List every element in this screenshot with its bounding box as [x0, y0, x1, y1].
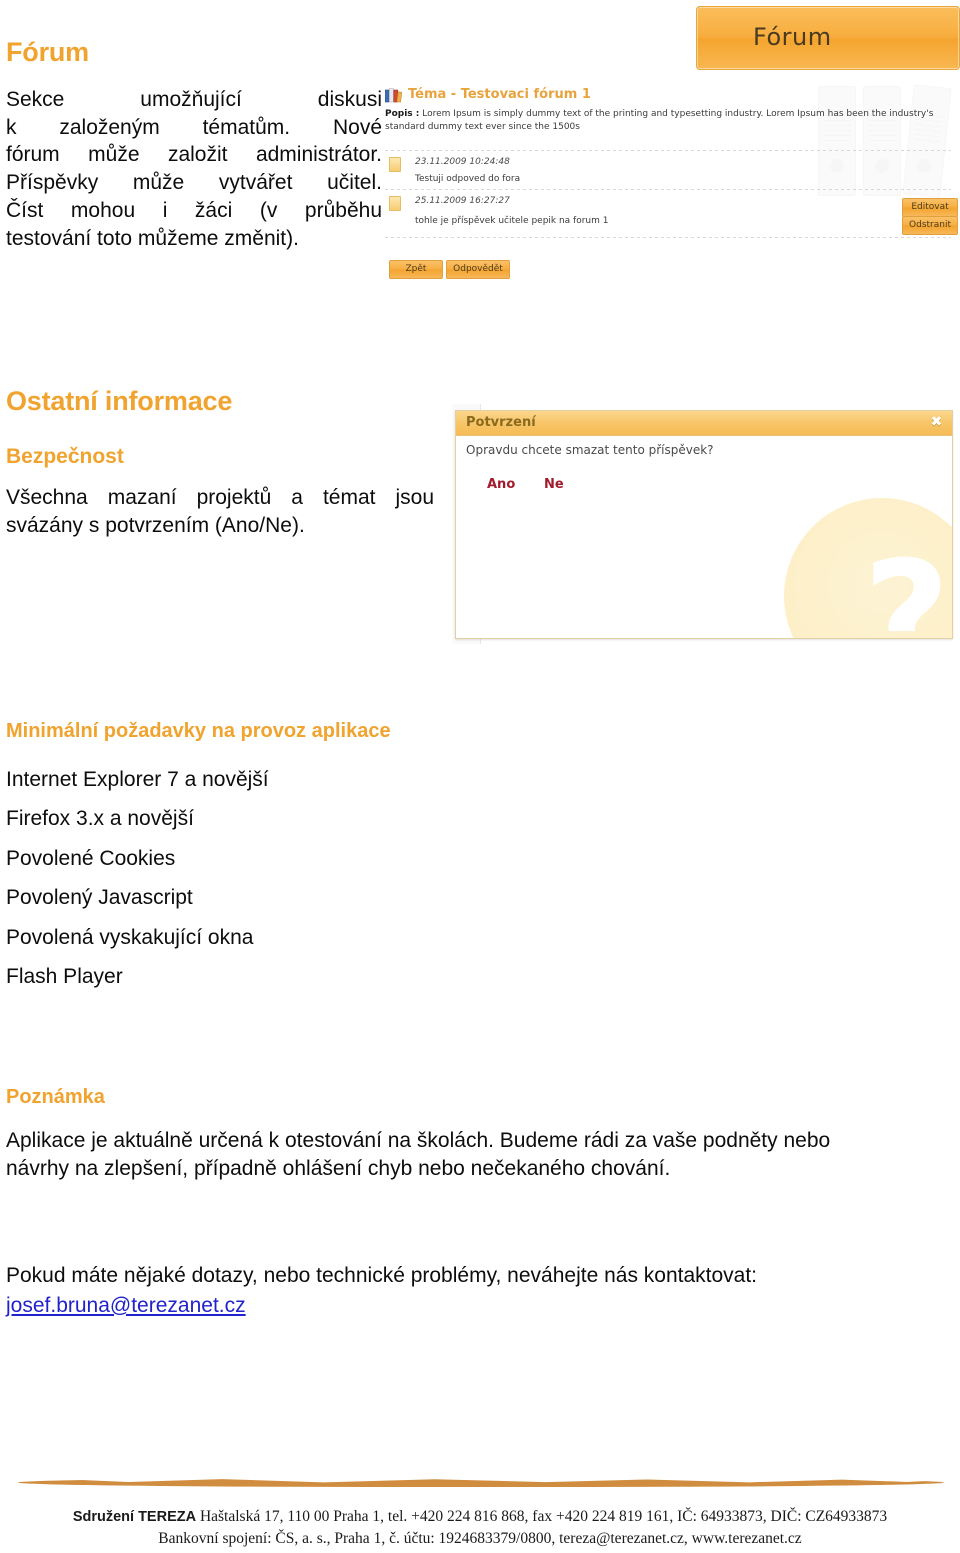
requirement-item: Internet Explorer 7 a novější	[6, 768, 269, 791]
note-heading: Poznámka	[6, 1086, 105, 1108]
requirement-item: Povolený Javascript	[6, 886, 193, 910]
question-mark-icon: ?	[862, 530, 950, 639]
requirement-item: Povolená vyskakující okna	[6, 925, 254, 949]
post-divider	[385, 237, 951, 238]
dialog-titlebar: Potvrzení ✖	[456, 411, 952, 436]
confirm-dialog-screenshot: ? Potvrzení ✖ Opravdu chcete smazat tent…	[434, 398, 954, 648]
note-line: návrhy na zlepšení, případně ohlášení ch…	[6, 1156, 671, 1180]
security-paragraph: Všechna mazaní projektů a témat jsou svá…	[6, 484, 434, 539]
forum-intro-line: fórum může založit administrátor.	[6, 143, 382, 167]
contact-email-link[interactable]: josef.bruna@terezanet.cz	[6, 1292, 246, 1320]
requirement-item: Povolené Cookies	[6, 846, 176, 870]
footer-org-name: Sdružení TEREZA	[72, 1509, 197, 1525]
post-body: tohle je příspěvek učitele pepik na foru…	[415, 216, 609, 226]
post-divider	[385, 150, 951, 151]
contact-intro: Pokud máte nějaké dotazy, nebo technické…	[6, 1264, 758, 1287]
books-icon	[384, 88, 403, 103]
post-avatar-icon	[389, 196, 401, 211]
footer-line-2: Bankovní spojení: ČS, a. s., Praha 1, č.…	[158, 1530, 802, 1548]
footer-address: Haštalská 17, 110 00 Praha 1, tel. +420 …	[199, 1508, 888, 1525]
topic-description: Popis : Lorem Ipsum is simply dummy text…	[385, 108, 951, 134]
dialog-question: Opravdu chcete smazat tento příspěvek?	[466, 443, 714, 457]
post-date: 25.11.2009 16:27:27	[415, 196, 510, 206]
back-button[interactable]: Zpět	[389, 260, 443, 279]
requirement-item: Firefox 3.x a novější	[6, 807, 194, 831]
security-line: Všechna mazaní projektů a témat jsou	[6, 486, 434, 509]
note-paragraph: Aplikace je aktuálně určená k otestování…	[6, 1127, 946, 1182]
post-date: 23.11.2009 10:24:48	[415, 157, 510, 167]
post-divider	[385, 189, 951, 190]
topic-heading: Téma - Testovaci fórum 1	[408, 87, 591, 102]
dialog-title: Potvrzení	[466, 415, 536, 430]
forum-section-heading: Fórum	[6, 37, 89, 67]
confirm-yes-button[interactable]: Ano	[487, 477, 515, 492]
footer-line-1: Sdružení TEREZA Haštalská 17, 110 00 Pra…	[0, 1506, 960, 1528]
forum-app-banner: Fórum	[696, 6, 960, 70]
contact-paragraph: Pokud máte nějaké dotazy, nebo technické…	[6, 1262, 946, 1319]
footer: Sdružení TEREZA Haštalská 17, 110 00 Pra…	[0, 1506, 960, 1551]
topic-description-label: Popis :	[385, 109, 420, 119]
note-line: Aplikace je aktuálně určená k otestování…	[6, 1129, 831, 1152]
reply-button[interactable]: Odpovědět	[446, 260, 510, 279]
confirm-no-button[interactable]: Ne	[544, 477, 564, 492]
requirements-list: Internet Explorer 7 a novější Firefox 3.…	[6, 760, 506, 997]
security-heading: Bezpečnost	[6, 445, 124, 468]
forum-app-screenshot: Fórum Téma - Testovaci fórum 1 Popis : L…	[383, 2, 960, 284]
requirements-heading: Minimální požadavky na provoz aplikace	[6, 720, 391, 742]
forum-app-banner-label: Fórum	[753, 23, 832, 51]
post-avatar-icon	[389, 157, 401, 172]
binders-watermark-icon	[818, 84, 952, 198]
footer-divider	[18, 1478, 944, 1487]
question-watermark: ?	[784, 498, 952, 639]
forum-intro-line: testování toto můžeme změnit).	[6, 226, 299, 250]
forum-intro-line: Sekce umožňující diskusi	[6, 88, 382, 111]
requirement-item: Flash Player	[6, 965, 123, 989]
forum-intro-line: Příspěvky může vytvářet učitel.	[6, 171, 382, 195]
forum-intro-line: Číst mohou i žáci (v průběhu	[6, 198, 382, 222]
security-line: svázány s potvrzením (Ano/Ne).	[6, 513, 305, 537]
topic-description-text: Lorem Ipsum is simply dummy text of the …	[385, 109, 934, 133]
confirm-dialog: ? Potvrzení ✖ Opravdu chcete smazat tent…	[455, 410, 953, 639]
edit-post-button[interactable]: Editovat	[902, 198, 958, 217]
post-body: Testuji odpoved do fora	[415, 174, 521, 184]
other-info-heading: Ostatní informace	[6, 386, 233, 416]
forum-intro-line: k založeným tématům. Nové	[6, 115, 382, 139]
close-icon[interactable]: ✖	[929, 415, 944, 430]
delete-post-button[interactable]: Odstranit	[902, 216, 958, 235]
forum-intro-paragraph: Sekce umožňující diskusi k založeným tém…	[6, 86, 382, 252]
